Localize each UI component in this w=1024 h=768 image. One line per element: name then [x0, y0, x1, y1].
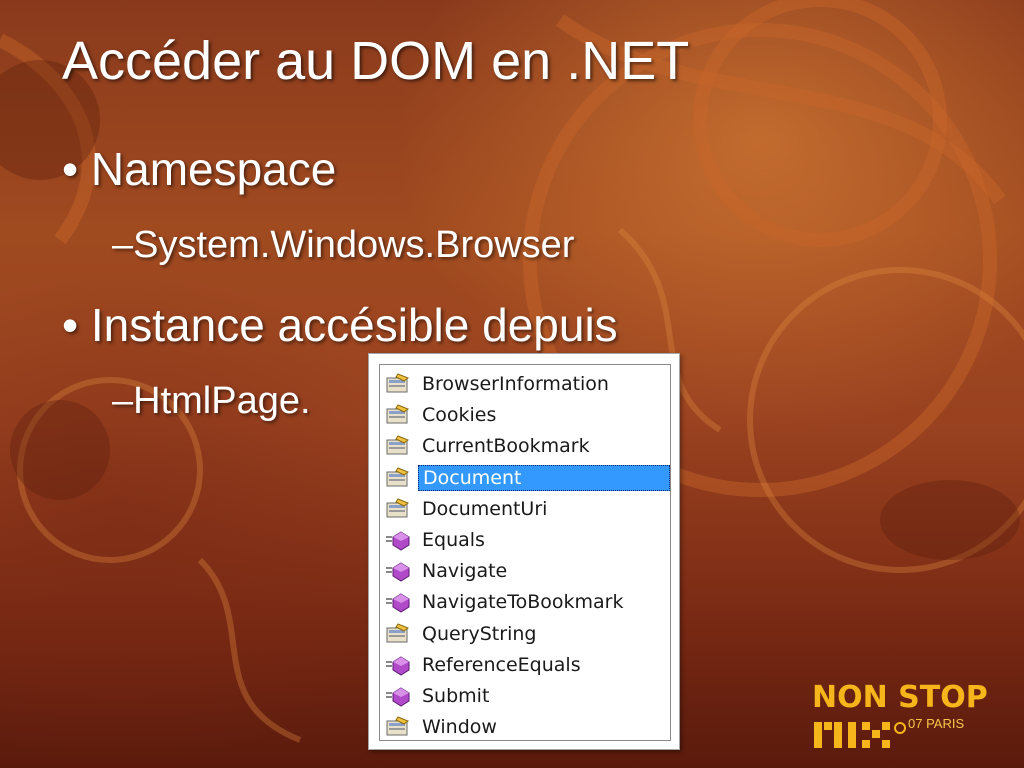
- intellisense-item[interactable]: Submit: [380, 681, 670, 711]
- intellisense-item[interactable]: Equals: [380, 525, 670, 555]
- sub-bullet-instance: –HtmlPage.: [112, 380, 311, 422]
- intellisense-item[interactable]: DocumentUri: [380, 494, 670, 524]
- property-icon: [384, 372, 412, 396]
- page-title: Accéder au DOM en .NET: [62, 31, 690, 91]
- intellisense-list[interactable]: BrowserInformation Cookies CurrentBookmark…: [379, 364, 671, 741]
- intellisense-item[interactable]: Window: [380, 712, 670, 742]
- logo-line1: NON STOP: [812, 680, 988, 715]
- intellisense-popup[interactable]: BrowserInformation Cookies CurrentBookmark…: [368, 353, 680, 750]
- bullet-instance: • Instance accésible depuis: [62, 299, 618, 351]
- sub-bullet-namespace: –System.Windows.Browser: [112, 224, 575, 266]
- method-icon: [384, 559, 412, 583]
- intellisense-item-label: DocumentUri: [422, 497, 548, 520]
- intellisense-item-label: QueryString: [422, 622, 537, 645]
- property-icon: [384, 434, 412, 458]
- logo-line2: 07 PARIS: [908, 716, 965, 731]
- intellisense-item-label: Cookies: [422, 404, 497, 427]
- intellisense-item-label: NavigateToBookmark: [422, 591, 624, 614]
- intellisense-item[interactable]: CurrentBookmark: [380, 431, 670, 461]
- intellisense-item[interactable]: Navigate: [380, 556, 670, 586]
- intellisense-item-label: ReferenceEquals: [422, 653, 581, 676]
- intellisense-item-label: Equals: [422, 529, 485, 551]
- intellisense-item[interactable]: ReferenceEquals: [380, 650, 670, 680]
- property-icon: [384, 403, 412, 427]
- method-icon: [384, 528, 412, 552]
- mix-logo-mark: [814, 722, 906, 748]
- intellisense-item-label: Navigate: [422, 560, 508, 583]
- intellisense-item-label: Submit: [422, 685, 490, 707]
- intellisense-item[interactable]: Cookies: [380, 400, 670, 430]
- intellisense-item[interactable]: Document: [380, 463, 670, 493]
- property-icon: [384, 622, 412, 646]
- nonstop-mix-logo: NON STOP 07 PARIS: [812, 680, 992, 754]
- method-icon: [384, 653, 412, 677]
- intellisense-item[interactable]: NavigateToBookmark: [380, 587, 670, 617]
- intellisense-item[interactable]: BrowserInformation: [380, 369, 670, 399]
- method-icon: [384, 684, 412, 708]
- bullet-namespace: • Namespace: [62, 143, 337, 195]
- intellisense-item-label: Document: [418, 464, 670, 491]
- intellisense-item-label: Window: [422, 716, 497, 739]
- intellisense-item-label: CurrentBookmark: [422, 435, 590, 458]
- property-icon: [384, 466, 412, 490]
- intellisense-item[interactable]: QueryString: [380, 619, 670, 649]
- property-icon: [384, 497, 412, 521]
- method-icon: [384, 590, 412, 614]
- intellisense-item-label: BrowserInformation: [422, 373, 609, 395]
- property-icon: [384, 715, 412, 739]
